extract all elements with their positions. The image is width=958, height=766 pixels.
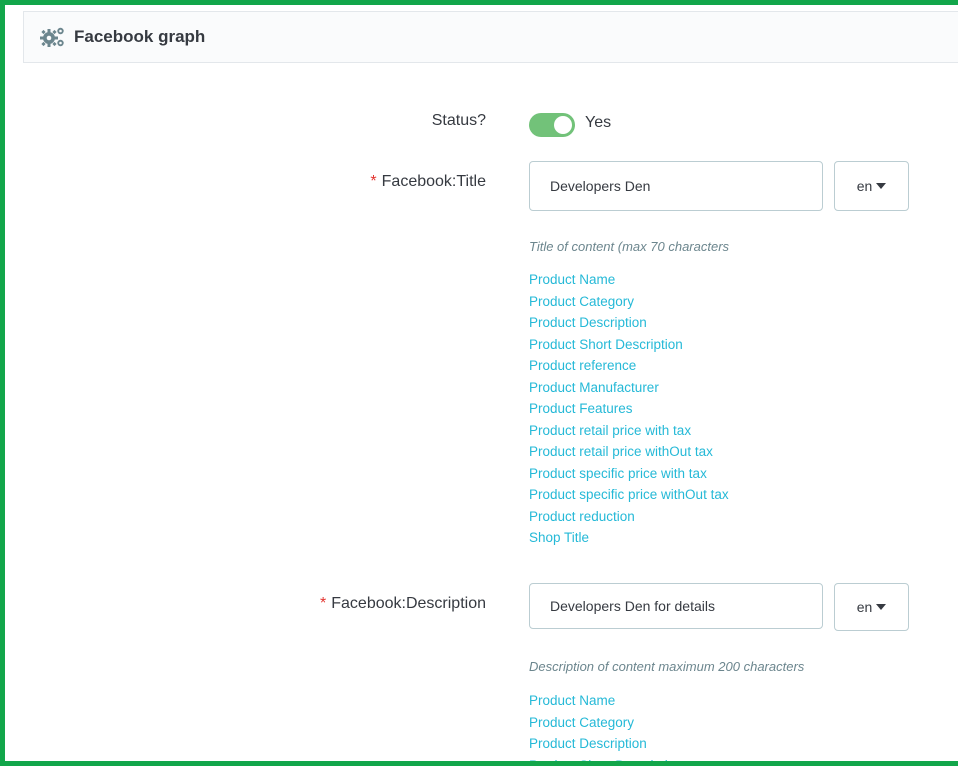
required-mark: *	[320, 595, 327, 612]
facebook-title-input[interactable]: Developers Den	[529, 161, 823, 211]
description-language-dropdown[interactable]: en	[834, 583, 909, 631]
title-variable-links: Product Name Product Category Product De…	[529, 269, 729, 549]
title-link-retail-price-without-tax[interactable]: Product retail price withOut tax	[529, 441, 729, 463]
panel-header: Facebook graph	[23, 11, 958, 63]
facebook-description-label: * Facebook:Description	[320, 595, 486, 613]
facebook-description-input[interactable]: Developers Den for details	[529, 583, 823, 629]
toggle-knob	[554, 116, 572, 134]
facebook-title-label-text: Facebook:Title	[381, 173, 486, 190]
title-link-product-reference[interactable]: Product reference	[529, 355, 729, 377]
title-link-specific-price-with-tax[interactable]: Product specific price with tax	[529, 463, 729, 485]
description-link-product-name[interactable]: Product Name	[529, 690, 683, 712]
title-link-product-features[interactable]: Product Features	[529, 398, 729, 420]
caret-down-icon	[876, 183, 887, 189]
title-link-product-name[interactable]: Product Name	[529, 269, 729, 291]
caret-down-icon	[876, 604, 887, 610]
title-link-shop-title[interactable]: Shop Title	[529, 527, 729, 549]
description-link-product-short-description[interactable]: Product Short Description	[529, 755, 683, 762]
required-mark: *	[370, 173, 377, 190]
title-link-product-reduction[interactable]: Product reduction	[529, 506, 729, 528]
title-link-product-category[interactable]: Product Category	[529, 291, 729, 313]
description-link-product-description[interactable]: Product Description	[529, 733, 683, 755]
title-link-product-short-description[interactable]: Product Short Description	[529, 334, 729, 356]
description-help-text: Description of content maximum 200 chara…	[529, 659, 805, 674]
title-link-product-manufacturer[interactable]: Product Manufacturer	[529, 377, 729, 399]
facebook-title-label: * Facebook:Title	[370, 173, 486, 191]
title-help-text: Title of content (max 70 characters	[529, 239, 730, 254]
status-toggle-label: Yes	[585, 114, 612, 131]
status-label: Status?	[431, 112, 486, 129]
description-link-product-category[interactable]: Product Category	[529, 712, 683, 734]
cogs-icon	[40, 26, 66, 48]
panel-title: Facebook graph	[74, 27, 206, 46]
description-variable-links: Product Name Product Category Product De…	[529, 690, 683, 762]
description-language-label: en	[856, 599, 873, 615]
title-language-dropdown[interactable]: en	[834, 161, 909, 211]
page-frame: Facebook graph Status? Yes * Facebook:Tit…	[0, 0, 958, 766]
title-link-retail-price-with-tax[interactable]: Product retail price with tax	[529, 420, 729, 442]
status-toggle[interactable]	[529, 113, 575, 137]
title-language-label: en	[856, 178, 873, 194]
facebook-description-label-text: Facebook:Description	[331, 595, 486, 612]
title-link-specific-price-without-tax[interactable]: Product specific price withOut tax	[529, 484, 729, 506]
title-link-product-description[interactable]: Product Description	[529, 312, 729, 334]
